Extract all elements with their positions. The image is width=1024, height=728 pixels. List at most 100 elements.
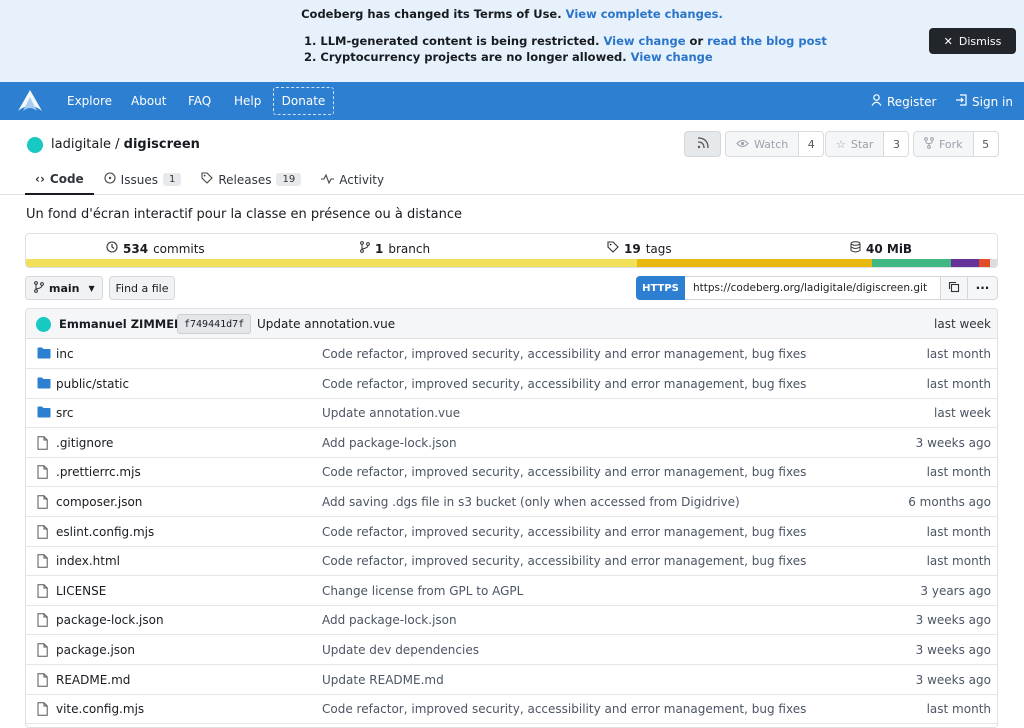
language-segment[interactable] xyxy=(26,259,638,267)
repo-name-link[interactable]: digiscreen xyxy=(124,137,200,152)
nav-help[interactable]: Help xyxy=(234,94,261,108)
file-name-link[interactable]: LICENSE xyxy=(56,584,106,598)
star-count[interactable]: 3 xyxy=(884,131,910,157)
tab-issues[interactable]: Issues 1 xyxy=(94,164,192,195)
file-commit-message[interactable]: Add package-lock.json xyxy=(322,436,457,450)
file-commit-message[interactable]: Code refactor, improved security, access… xyxy=(322,465,806,479)
fork-group: Fork 5 xyxy=(913,131,999,157)
file-name-link[interactable]: .prettierrc.mjs xyxy=(56,465,141,479)
banner-headline: Codeberg has changed its Terms of Use. V… xyxy=(0,7,1024,21)
tab-activity[interactable]: Activity xyxy=(311,164,394,195)
kebab-icon: ··· xyxy=(975,281,990,295)
file-commit-message[interactable]: Update annotation.vue xyxy=(322,406,460,420)
repo-owner-link[interactable]: ladigitale xyxy=(51,137,111,152)
more-options-button[interactable]: ··· xyxy=(968,276,998,300)
file-commit-message[interactable]: Code refactor, improved security, access… xyxy=(322,702,806,716)
file-icon xyxy=(37,643,51,657)
file-commit-age: last month xyxy=(926,554,991,569)
file-commit-message[interactable]: Update README.md xyxy=(322,673,444,687)
code-icon: ‹› xyxy=(35,171,45,186)
commit-author[interactable]: Emmanuel ZIMMERT xyxy=(59,317,190,331)
tab-releases[interactable]: Releases 19 xyxy=(191,164,311,195)
star-button[interactable]: ☆ Star xyxy=(825,131,885,157)
file-commit-message[interactable]: Update dev dependencies xyxy=(322,643,479,657)
file-icon xyxy=(37,702,51,716)
user-icon xyxy=(871,94,882,109)
file-name-link[interactable]: package-lock.json xyxy=(56,613,164,627)
file-commit-message[interactable]: Code refactor, improved security, access… xyxy=(322,377,806,391)
branch-stat[interactable]: 1 branch xyxy=(360,241,430,256)
language-segment[interactable] xyxy=(978,259,991,267)
register-link[interactable]: Register xyxy=(871,94,936,109)
issues-count-badge: 1 xyxy=(162,173,182,186)
language-segment[interactable] xyxy=(871,259,952,267)
file-row: .prettierrc.mjs Code refactor, improved s… xyxy=(26,457,997,488)
view-complete-changes-link[interactable]: View complete changes. xyxy=(566,7,723,21)
nav-about[interactable]: About xyxy=(131,94,166,108)
file-name-rest[interactable]: /static xyxy=(92,377,129,391)
fork-count[interactable]: 5 xyxy=(973,131,999,157)
tab-code-label: Code xyxy=(49,171,84,186)
find-file-button[interactable]: Find a file xyxy=(109,276,175,300)
branch-selector[interactable]: main ▼ xyxy=(25,276,103,300)
file-commit-age: last month xyxy=(926,465,991,480)
nav-faq[interactable]: FAQ xyxy=(188,94,211,108)
folder-icon xyxy=(37,377,51,391)
commit-sha-button[interactable]: f749441d7f xyxy=(177,314,252,334)
file-icon xyxy=(37,436,51,450)
file-name-link[interactable]: eslint.config.mjs xyxy=(56,525,154,539)
watch-button[interactable]: Watch xyxy=(725,131,800,157)
fork-button[interactable]: Fork xyxy=(913,131,974,157)
https-protocol-button[interactable]: HTTPS xyxy=(636,276,685,300)
copy-icon xyxy=(948,281,960,296)
file-name-link[interactable]: src xyxy=(56,406,74,420)
language-segment[interactable] xyxy=(951,259,979,267)
rss-feed-button[interactable] xyxy=(684,131,721,157)
file-commit-message[interactable]: Code refactor, improved security, access… xyxy=(322,554,806,568)
language-bar[interactable] xyxy=(26,259,997,267)
dismiss-button[interactable]: ✕ Dismiss xyxy=(929,28,1016,54)
tab-code[interactable]: ‹› Code xyxy=(25,164,94,195)
file-name-link[interactable]: composer.json xyxy=(56,495,142,509)
file-row: package-lock.json Add package-lock.json 3 … xyxy=(26,605,997,636)
language-segment[interactable] xyxy=(990,259,997,267)
read-blog-post-link[interactable]: read the blog post xyxy=(707,34,827,48)
view-change-link-1[interactable]: View change xyxy=(603,34,685,48)
donate-button[interactable]: Donate xyxy=(273,87,334,115)
file-name-link[interactable]: package.json xyxy=(56,643,135,657)
file-row: index.html Code refactor, improved securi… xyxy=(26,546,997,577)
file-commit-message[interactable]: Add saving .dgs file in s3 bucket (only … xyxy=(322,495,740,509)
history-icon xyxy=(106,241,118,256)
file-commit-age: last week xyxy=(934,406,991,421)
file-commit-age: last month xyxy=(926,376,991,391)
commits-stat[interactable]: 534 commits xyxy=(106,241,205,256)
commit-message[interactable]: Update annotation.vue xyxy=(257,317,395,331)
tags-stat[interactable]: 19 tags xyxy=(607,241,672,256)
copy-url-button[interactable] xyxy=(941,276,968,300)
sign-in-link[interactable]: Sign in xyxy=(955,94,1013,109)
file-name-link[interactable]: index.html xyxy=(56,554,120,568)
folder-icon xyxy=(37,347,51,361)
tab-releases-label: Releases xyxy=(218,172,272,187)
file-name-link[interactable]: inc xyxy=(56,347,74,361)
file-commit-message[interactable]: Code refactor, improved security, access… xyxy=(322,347,806,361)
file-commit-message[interactable]: Add package-lock.json xyxy=(322,613,457,627)
file-commit-message[interactable]: Change license from GPL to AGPL xyxy=(322,584,523,598)
clone-url-input[interactable]: https://codeberg.org/ladigitale/digiscre… xyxy=(685,276,941,300)
file-name-prefix[interactable]: public xyxy=(56,377,92,391)
commit-author-avatar[interactable] xyxy=(36,317,51,332)
top-navbar: Explore About FAQ Help Donate Register S… xyxy=(0,82,1024,120)
owner-avatar[interactable] xyxy=(27,137,43,153)
file-name-link[interactable]: .gitignore xyxy=(56,436,113,450)
nav-explore[interactable]: Explore xyxy=(67,94,112,108)
codeberg-logo-icon[interactable] xyxy=(17,89,43,113)
view-change-link-2[interactable]: View change xyxy=(631,50,713,64)
banner-or-text: or xyxy=(689,34,704,48)
watch-count[interactable]: 4 xyxy=(799,131,825,157)
file-name-link[interactable]: README.md xyxy=(56,673,130,687)
file-name-link[interactable]: vite.config.mjs xyxy=(56,702,144,716)
file-name-link[interactable]: public/static xyxy=(56,377,129,391)
language-segment[interactable] xyxy=(637,259,872,267)
banner-item-1: 1. LLM-generated content is being restri… xyxy=(304,34,827,48)
file-commit-message[interactable]: Code refactor, improved security, access… xyxy=(322,525,806,539)
